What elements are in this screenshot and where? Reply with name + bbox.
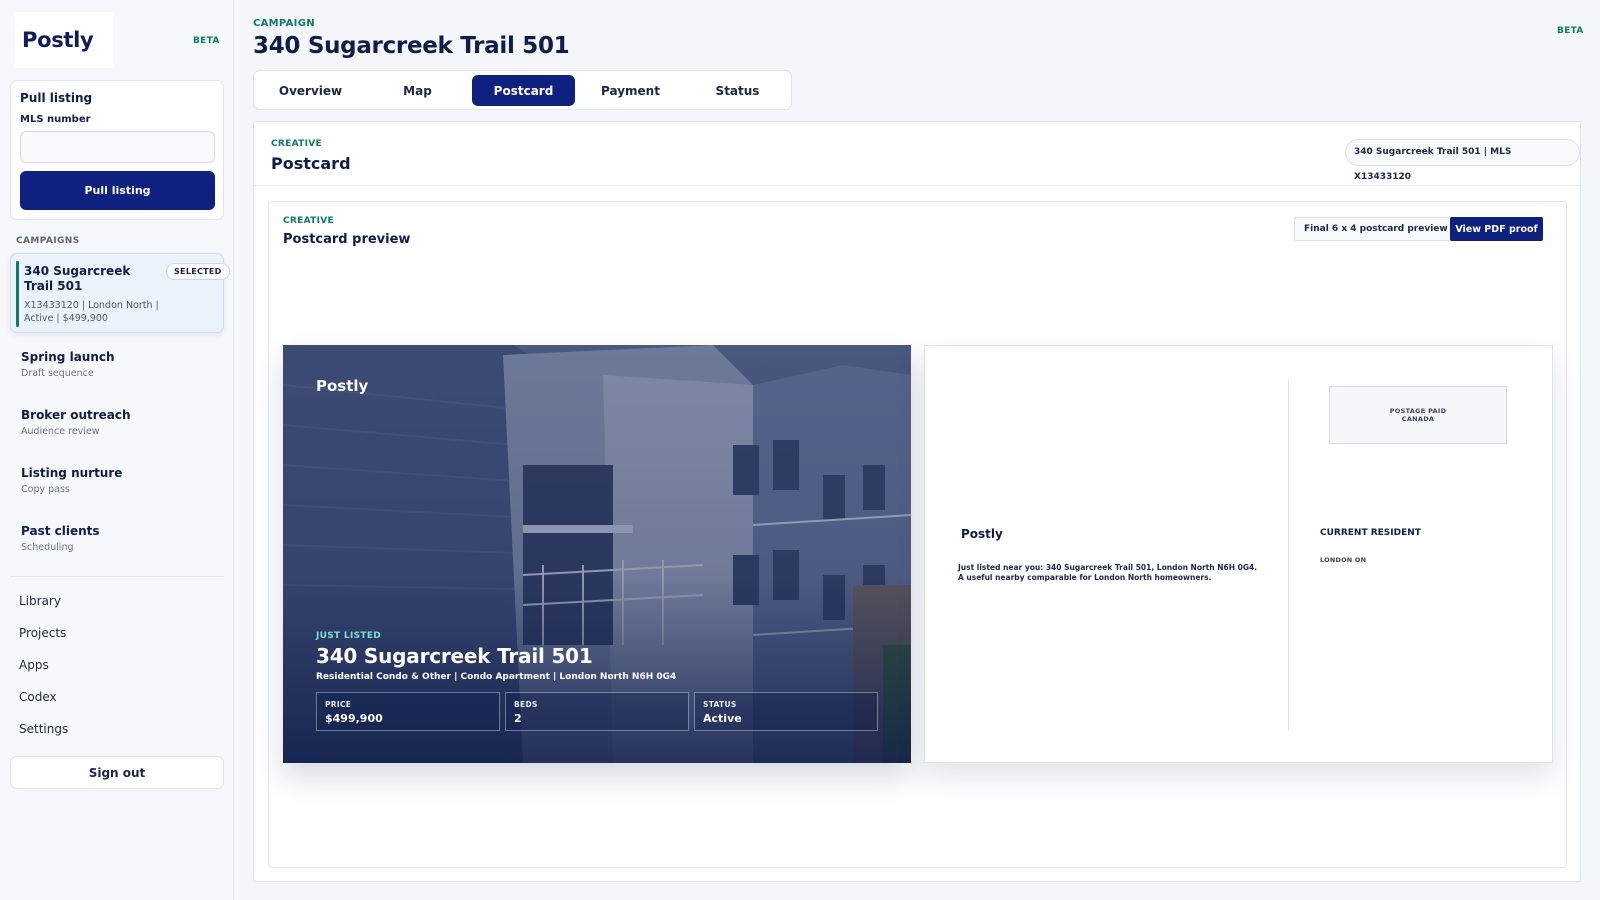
campaign-subtitle: Audience review [21,426,100,437]
postage-text: POSTAGE PAID CANADA [1389,407,1447,423]
campaign-subtitle: Copy pass [21,484,70,495]
just-listed-label: JUST LISTED [316,631,382,641]
tab-status[interactable]: Status [686,75,789,106]
mls-number-label: MLS number [20,114,91,125]
listing-pill: 340 Sugarcreek Trail 501 | MLS X13433120 [1345,139,1580,182]
panel-divider [254,185,1580,186]
campaign-eyebrow: CAMPAIGN [253,18,315,29]
brand-logo[interactable]: Postly [15,12,113,68]
campaign-title: Broker outreach [21,408,131,422]
campaign-title: 340 Sugarcreek Trail 501 [24,264,131,293]
tab-map[interactable]: Map [366,75,469,106]
stat-status: STATUS Active [694,692,878,731]
postcard-panel: CREATIVE Postcard 340 Sugarcreek Trail 5… [253,121,1581,882]
view-pdf-proof-button[interactable]: View PDF proof [1450,217,1543,241]
tab-overview[interactable]: Overview [259,75,362,106]
campaign-item-broker-outreach[interactable]: Broker outreach Audience review [21,408,221,437]
pull-listing-card: Pull listing MLS number Pull listing [10,80,224,220]
tab-payment[interactable]: Payment [579,75,682,106]
selected-indicator [16,261,19,327]
panel-title: Postcard [271,154,351,173]
campaign-item-spring-launch[interactable]: Spring launch Draft sequence [21,350,221,379]
campaign-subtitle: Scheduling [21,542,74,553]
tab-postcard[interactable]: Postcard [472,75,575,106]
pull-listing-title: Pull listing [20,91,93,105]
campaign-item-selected[interactable]: 340 Sugarcreek Trail 501 SELECTED X13433… [10,253,230,333]
preview-title: Postcard preview [283,232,411,247]
stat-label: PRICE [325,700,352,709]
selected-badge: SELECTED [166,263,230,280]
stat-label: STATUS [703,700,737,709]
beta-badge: BETA [193,36,220,46]
postcard-back-divider [1288,379,1289,731]
recipient-name: CURRENT RESIDENT [1320,528,1421,538]
campaign-item-past-clients[interactable]: Past clients Scheduling [21,524,221,553]
pull-listing-button[interactable]: Pull listing [20,171,215,210]
sign-out-button[interactable]: Sign out [10,756,224,789]
brand-logo-text: Postly [22,28,94,52]
postcard-logo: Postly [316,377,369,395]
campaign-title: Spring launch [21,350,115,364]
panel-eyebrow: CREATIVE [271,139,322,149]
campaign-title: Past clients [21,524,100,538]
postcard-back-logo: Postly [961,527,1003,541]
nav-item-projects[interactable]: Projects [19,626,66,640]
nav-item-codex[interactable]: Codex [19,690,57,704]
stat-beds: BEDS 2 [505,692,689,731]
sidebar-divider [10,576,224,577]
campaign-tabs: Overview Map Postcard Payment Status [253,70,792,110]
recipient-city: LONDON ON [1320,556,1367,564]
beta-badge-top: BETA [1557,26,1584,36]
stat-value: Active [703,712,742,725]
campaigns-heading: CAMPAIGNS [16,236,80,246]
postcard-back-message: Just listed near you: 340 Sugarcreek Tra… [958,563,1258,582]
postcard-address: 340 Sugarcreek Trail 501 [316,644,593,668]
stat-price: PRICE $499,900 [316,692,500,731]
campaign-title: Listing nurture [21,466,123,480]
stat-value: $499,900 [325,712,383,725]
campaign-item-listing-nurture[interactable]: Listing nurture Copy pass [21,466,221,495]
campaign-subtitle: Draft sequence [21,368,94,379]
nav-item-settings[interactable]: Settings [19,722,68,736]
postcard-back: POSTAGE PAID CANADA Postly Just listed n… [924,345,1553,763]
postcard-preview-card: CREATIVE Postcard preview Final 6 x 4 po… [268,201,1567,868]
stat-value: 2 [514,712,522,725]
nav-item-library[interactable]: Library [19,594,61,608]
stat-label: BEDS [514,700,538,709]
postage-stamp-box: POSTAGE PAID CANADA [1329,386,1507,444]
mls-number-input[interactable] [20,131,215,163]
postcard-front: Postly JUST LISTED 340 Sugarcreek Trail … [283,345,911,763]
final-preview-button[interactable]: Final 6 x 4 postcard preview [1294,217,1458,241]
sidebar: Postly BETA Pull listing MLS number Pull… [0,0,234,900]
page-title: 340 Sugarcreek Trail 501 [253,33,570,59]
postcard-property-details: Residential Condo & Other | Condo Apartm… [316,672,677,682]
nav-item-apps[interactable]: Apps [19,658,49,672]
preview-eyebrow: CREATIVE [283,216,334,226]
campaign-meta: X13433120 | London North | Active | $499… [24,300,159,324]
